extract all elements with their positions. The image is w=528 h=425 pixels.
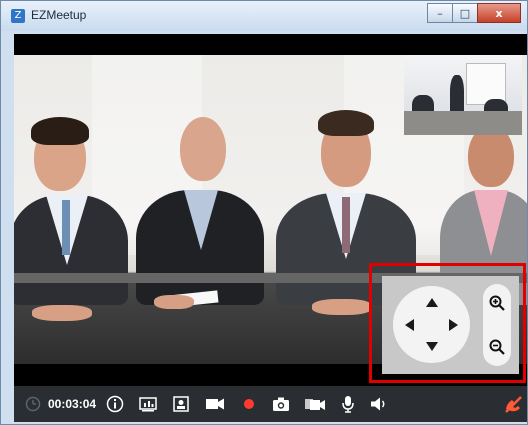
presenter-figure (450, 75, 464, 115)
maximize-button[interactable]: □ (452, 3, 478, 23)
pan-right-arrow-icon[interactable] (449, 319, 458, 331)
close-button[interactable]: x (477, 3, 521, 23)
participant-hair (31, 117, 89, 145)
zoom-slider (483, 284, 511, 366)
speaker-icon[interactable] (369, 386, 389, 422)
title-bar: Z EZMeetup – □ x (1, 1, 527, 31)
hangup-icon[interactable] (502, 386, 524, 422)
participant-hands (154, 295, 194, 309)
microphone-icon[interactable] (339, 386, 357, 422)
participant-tie (342, 197, 350, 253)
minimize-button[interactable]: – (427, 3, 453, 23)
participant-2 (134, 55, 264, 364)
preview-table (404, 111, 522, 135)
zoom-out-icon[interactable] (488, 338, 506, 356)
switch-camera-icon[interactable] (303, 386, 327, 422)
pan-down-arrow-icon[interactable] (426, 342, 438, 351)
participant-hair (318, 110, 374, 136)
window-title: EZMeetup (31, 8, 87, 22)
call-toolbar: 00:03:04 (14, 386, 527, 422)
participant-head (180, 117, 226, 181)
app-logo-icon: Z (11, 9, 25, 23)
app-window: Z EZMeetup – □ x 00:03:04 (0, 0, 528, 425)
clock-icon (24, 386, 42, 422)
record-icon[interactable] (239, 386, 259, 422)
zoom-in-icon[interactable] (488, 294, 506, 312)
ptz-control-panel (382, 276, 519, 374)
local-preview-video[interactable] (404, 55, 522, 135)
participant-hands (312, 299, 372, 315)
pan-up-arrow-icon[interactable] (426, 298, 438, 307)
ptz-highlight-box (369, 263, 526, 383)
pan-left-arrow-icon[interactable] (405, 319, 414, 331)
participant-tie (62, 200, 70, 255)
call-duration: 00:03:04 (48, 397, 97, 411)
snapshot-icon[interactable] (270, 386, 292, 422)
participant-1 (14, 55, 134, 364)
info-icon[interactable] (105, 386, 125, 422)
stats-icon[interactable] (138, 386, 158, 422)
pan-tilt-pad[interactable] (393, 286, 470, 363)
camera-video-icon[interactable] (204, 386, 226, 422)
window-controls: – □ x (427, 3, 521, 23)
contact-icon[interactable] (171, 386, 191, 422)
participant-hands (32, 305, 92, 321)
